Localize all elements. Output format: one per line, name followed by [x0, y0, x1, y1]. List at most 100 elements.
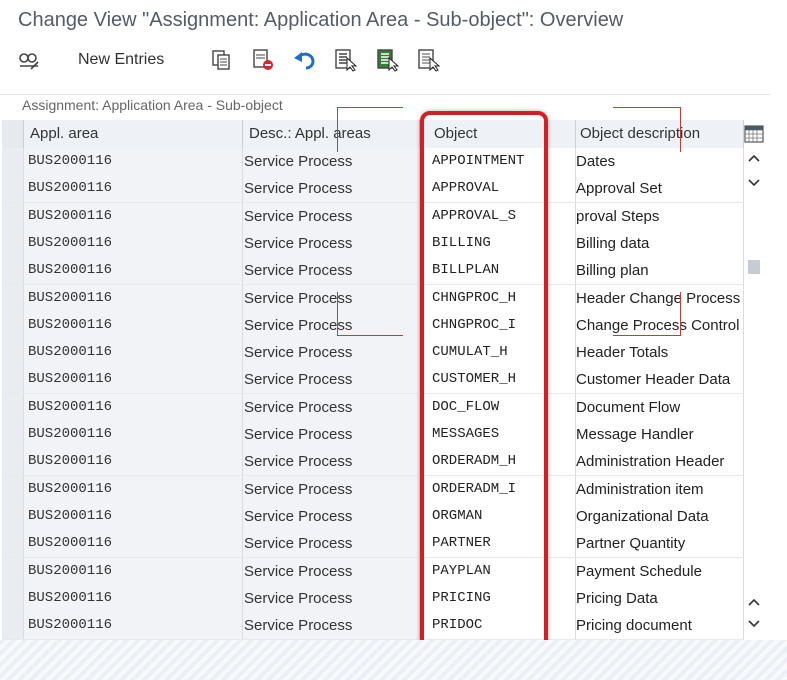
cell-desc-appl-area[interactable]: Service Process — [243, 257, 420, 285]
column-header-object-description[interactable]: Object description — [576, 120, 744, 148]
row-selector[interactable] — [2, 339, 24, 367]
row-selector[interactable] — [2, 475, 24, 503]
column-header-appl-area[interactable]: Appl. area — [24, 120, 243, 148]
select-block-icon[interactable] — [375, 48, 401, 72]
row-selector[interactable] — [2, 148, 24, 175]
cell-appl-area[interactable]: BUS2000116 — [24, 229, 243, 257]
cell-object-description[interactable]: Pricing Data — [576, 584, 744, 612]
cell-appl-area[interactable]: BUS2000116 — [24, 339, 243, 367]
cell-appl-area[interactable]: BUS2000116 — [24, 421, 243, 448]
cell-object[interactable]: APPROVAL_S — [420, 202, 576, 230]
cell-object-description[interactable]: Partner Quantity — [576, 530, 744, 558]
cell-object[interactable]: BILLING — [420, 229, 576, 257]
row-selector[interactable] — [2, 448, 24, 476]
cell-object-description[interactable]: Document Flow — [576, 393, 744, 421]
cell-desc-appl-area[interactable]: Service Process — [243, 229, 420, 257]
cell-object-description[interactable]: Dates — [576, 148, 744, 175]
undo-icon[interactable] — [292, 48, 318, 72]
cell-object[interactable]: CUMULAT_H — [420, 339, 576, 367]
cell-appl-area[interactable]: BUS2000116 — [24, 584, 243, 612]
cell-object[interactable]: ORDERADM_I — [420, 475, 576, 503]
row-selector[interactable] — [2, 584, 24, 612]
row-selector[interactable] — [2, 257, 24, 285]
cell-appl-area[interactable]: BUS2000116 — [24, 148, 243, 175]
cell-appl-area[interactable]: BUS2000116 — [24, 366, 243, 394]
cell-desc-appl-area[interactable]: Service Process — [243, 339, 420, 367]
table-settings-icon[interactable] — [744, 125, 764, 143]
cell-object-description[interactable]: Customer Header Data — [576, 366, 744, 394]
cell-object-description[interactable]: Approval Set — [576, 175, 744, 203]
cell-appl-area[interactable]: BUS2000116 — [24, 530, 243, 558]
column-header-desc-appl-areas[interactable]: Desc.: Appl. areas — [243, 120, 420, 148]
cell-object-description[interactable]: Pricing document — [576, 612, 744, 640]
delete-icon[interactable] — [250, 48, 276, 72]
cell-appl-area[interactable]: BUS2000116 — [24, 257, 243, 285]
cell-object-description[interactable]: Organizational Data — [576, 502, 744, 530]
cell-object-description[interactable]: Administration Header — [576, 448, 744, 476]
display-change-icon[interactable] — [14, 48, 44, 72]
cell-object-description[interactable]: Header Totals — [576, 339, 744, 367]
cell-appl-area[interactable]: BUS2000116 — [24, 393, 243, 421]
cell-desc-appl-area[interactable]: Service Process — [243, 448, 420, 476]
scroll-up-icon[interactable] — [744, 148, 764, 168]
cell-object[interactable]: PARTNER — [420, 530, 576, 558]
table-row[interactable]: BUS2000116 Service Process PRIDOC Pricing d… — [2, 612, 744, 641]
cell-appl-area[interactable]: BUS2000116 — [24, 448, 243, 476]
cell-object[interactable]: MESSAGES — [420, 421, 576, 448]
page-down-icon[interactable] — [744, 614, 764, 634]
cell-object-description[interactable]: Message Handler — [576, 421, 744, 448]
scroll-down-icon[interactable] — [744, 173, 764, 193]
row-selector[interactable] — [2, 557, 24, 585]
cell-object-description[interactable]: Billing plan — [576, 257, 744, 285]
row-selector[interactable] — [2, 175, 24, 203]
table-row[interactable]: BUS2000116 Service Process CHNGPROC_H Heade… — [2, 284, 744, 313]
cell-desc-appl-area[interactable]: Service Process — [243, 148, 420, 175]
column-header-object[interactable]: Object — [420, 120, 576, 148]
table-row[interactable]: BUS2000116 Service Process MESSAGES Message… — [2, 421, 744, 449]
cell-object[interactable]: APPROVAL — [420, 175, 576, 203]
cell-desc-appl-area[interactable]: Service Process — [243, 202, 420, 230]
table-row[interactable]: BUS2000116 Service Process ORDERADM_I Admin… — [2, 475, 744, 504]
cell-desc-appl-area[interactable]: Service Process — [243, 502, 420, 530]
table-row[interactable]: BUS2000116 Service Process APPROVAL_S prova… — [2, 202, 744, 231]
scroll-thumb[interactable] — [748, 260, 760, 274]
row-selector[interactable] — [2, 229, 24, 257]
row-selector[interactable] — [2, 202, 24, 230]
cell-appl-area[interactable]: BUS2000116 — [24, 612, 243, 640]
row-selector[interactable] — [2, 612, 24, 640]
page-up-icon[interactable] — [744, 592, 764, 612]
cell-object[interactable]: CHNGPROC_I — [420, 311, 576, 339]
table-row[interactable]: BUS2000116 Service Process BILLPLAN Billing… — [2, 257, 744, 286]
copy-icon[interactable] — [208, 48, 234, 72]
cell-desc-appl-area[interactable]: Service Process — [243, 584, 420, 612]
cell-desc-appl-area[interactable]: Service Process — [243, 284, 420, 312]
cell-desc-appl-area[interactable]: Service Process — [243, 175, 420, 203]
cell-object[interactable]: APPOINTMENT — [420, 148, 576, 175]
cell-object-description[interactable]: Payment Schedule — [576, 557, 744, 585]
table-row[interactable]: BUS2000116 Service Process ORGMAN Organizat… — [2, 502, 744, 531]
row-selector[interactable] — [2, 311, 24, 339]
table-row[interactable]: BUS2000116 Service Process BILLING Billing … — [2, 229, 744, 258]
cell-desc-appl-area[interactable]: Service Process — [243, 475, 420, 503]
cell-object[interactable]: ORDERADM_H — [420, 448, 576, 476]
cell-object[interactable]: CHNGPROC_H — [420, 284, 576, 312]
table-row[interactable]: BUS2000116 Service Process CUMULAT_H Header… — [2, 339, 744, 368]
cell-object[interactable]: PAYPLAN — [420, 557, 576, 585]
cell-object-description[interactable]: Billing data — [576, 229, 744, 257]
cell-appl-area[interactable]: BUS2000116 — [24, 502, 243, 530]
row-selector[interactable] — [2, 366, 24, 394]
cell-object[interactable]: ORGMAN — [420, 502, 576, 530]
row-selector[interactable] — [2, 502, 24, 530]
cell-appl-area[interactable]: BUS2000116 — [24, 557, 243, 585]
cell-object[interactable]: PRIDOC — [420, 612, 576, 640]
cell-desc-appl-area[interactable]: Service Process — [243, 366, 420, 394]
cell-object-description[interactable]: proval Steps — [576, 202, 744, 230]
cell-desc-appl-area[interactable]: Service Process — [243, 557, 420, 585]
row-selector[interactable] — [2, 284, 24, 312]
table-row[interactable]: BUS2000116 Service Process CUSTOMER_H Custo… — [2, 366, 744, 395]
row-selector[interactable] — [2, 393, 24, 421]
cell-appl-area[interactable]: BUS2000116 — [24, 284, 243, 312]
deselect-all-icon[interactable] — [416, 48, 442, 72]
cell-appl-area[interactable]: BUS2000116 — [24, 311, 243, 339]
vertical-scrollbar[interactable] — [744, 120, 768, 635]
